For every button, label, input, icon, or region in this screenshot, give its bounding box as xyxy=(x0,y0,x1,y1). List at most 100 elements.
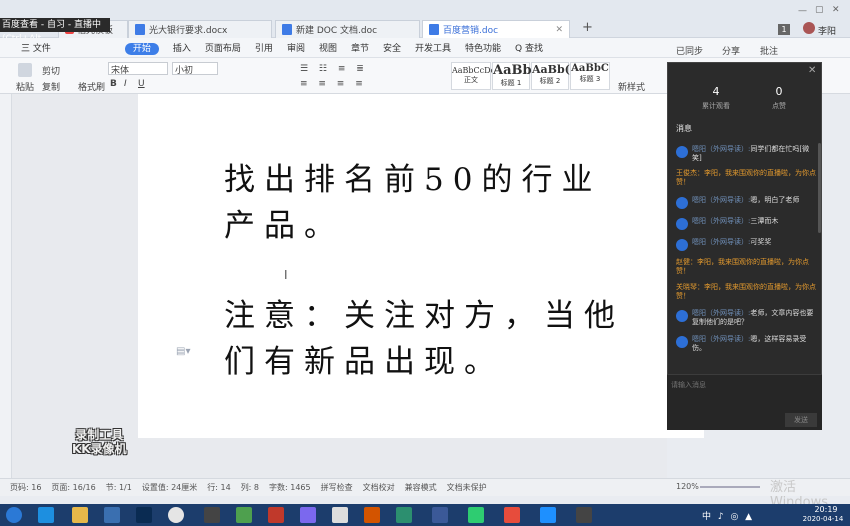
send-button[interactable]: 发送 xyxy=(785,413,817,427)
app-icon[interactable] xyxy=(236,507,252,523)
tab-doc-1[interactable]: 光大银行要求.docx xyxy=(128,20,272,38)
folder-icon[interactable] xyxy=(72,507,88,523)
share-button[interactable]: 分享 xyxy=(722,44,740,57)
sender-name: 嗯阳（外网导读）: xyxy=(692,309,751,317)
compat-mode: 兼容模式 xyxy=(404,483,437,492)
search-button[interactable]: Q 查找 xyxy=(508,41,550,54)
avatar xyxy=(676,310,688,322)
user-name[interactable]: 李阳 xyxy=(818,24,836,37)
app-icon[interactable] xyxy=(504,507,520,523)
like-count-label: 点赞 xyxy=(772,102,786,110)
app-icon[interactable] xyxy=(432,507,448,523)
chat-input[interactable] xyxy=(671,378,817,392)
app-icon[interactable] xyxy=(332,507,348,523)
tray-icons[interactable]: 中 ♪ ◎ ▲ xyxy=(702,509,754,522)
style-heading-3[interactable]: AaBbC 标题 3 xyxy=(570,62,610,90)
close-icon[interactable]: ✕ xyxy=(808,65,816,76)
app-icon[interactable] xyxy=(396,507,412,523)
file-menu[interactable]: 三 文件 xyxy=(14,41,58,54)
list-icons[interactable]: ☰ ☷ ≡ ≣ xyxy=(300,64,368,74)
style-normal[interactable]: AaBbCcDd 正文 xyxy=(451,62,496,90)
app-icon[interactable] xyxy=(364,507,380,523)
recorder-icon[interactable] xyxy=(204,507,220,523)
chat-message: 嗯阳（外网导读）:三潭而木 xyxy=(676,217,816,230)
italic-button[interactable]: I xyxy=(124,79,127,89)
tab-doc-2[interactable]: 新建 DOC 文档.doc xyxy=(275,20,420,38)
minimize-icon[interactable]: — xyxy=(798,6,807,16)
title-tab-bar: 稻壳模板 光大银行要求.docx 新建 DOC 文档.doc 百度营销.doc … xyxy=(0,0,850,38)
close-window-icon[interactable]: ✕ xyxy=(832,5,840,15)
menu-references[interactable]: 引用 xyxy=(248,41,280,54)
menu-features[interactable]: 特色功能 xyxy=(458,41,508,54)
chat-scrollbar[interactable] xyxy=(818,143,821,233)
style-heading-2[interactable]: AaBb( 标题 2 xyxy=(531,62,570,90)
word-doc-icon xyxy=(135,24,145,35)
zoom-slider[interactable] xyxy=(700,486,760,488)
bold-button[interactable]: B xyxy=(110,79,117,89)
app-icon[interactable] xyxy=(540,507,556,523)
tab-doc-3[interactable]: 百度营销.doc ✕ xyxy=(422,20,570,38)
menu-security[interactable]: 安全 xyxy=(376,41,408,54)
close-icon[interactable]: ✕ xyxy=(555,25,563,35)
avatar xyxy=(676,239,688,251)
menu-home-label: 开始 xyxy=(124,43,159,55)
wechat-icon[interactable] xyxy=(468,507,484,523)
status-section: 节: 1/1 xyxy=(105,483,132,492)
view-count: 4 xyxy=(712,85,720,98)
message-text: 关晓琴：李阳，我来围观你的直播啦，为你点赞！ xyxy=(676,283,816,300)
menu-section[interactable]: 章节 xyxy=(344,41,376,54)
avatar xyxy=(676,197,688,209)
sync-status[interactable]: 已同步 xyxy=(676,44,703,57)
document-page[interactable] xyxy=(138,94,704,438)
font-size-select[interactable]: 小初 xyxy=(172,62,218,76)
avatar xyxy=(676,218,688,230)
doc-line-1[interactable]: 找出排名前50的行业 xyxy=(224,154,601,199)
style-heading-1-preview: AaBb xyxy=(493,63,532,78)
menu-insert[interactable]: 插入 xyxy=(166,41,198,54)
spellcheck-button[interactable]: 拼写检查 xyxy=(321,482,353,493)
menu-view[interactable]: 视图 xyxy=(312,41,344,54)
cut-button[interactable]: 剪切 xyxy=(42,64,60,77)
style-normal-label: 正文 xyxy=(464,76,478,84)
paragraph-handle-icon[interactable]: ▤▾ xyxy=(176,346,190,357)
font-select[interactable]: 宋体 xyxy=(108,62,168,76)
ie-icon[interactable] xyxy=(38,507,54,523)
recorder-watermark: 录制工具 KK录像机 xyxy=(72,428,127,456)
paste-icon[interactable] xyxy=(18,63,32,77)
app-icon[interactable] xyxy=(268,507,284,523)
menu-developer[interactable]: 开发工具 xyxy=(408,41,458,54)
app-icon[interactable] xyxy=(104,507,120,523)
comment-button[interactable]: 批注 xyxy=(760,44,778,57)
new-style-button[interactable]: 新样式 xyxy=(618,80,645,93)
new-tab-button[interactable]: + xyxy=(582,20,593,35)
chrome-icon[interactable] xyxy=(168,507,184,523)
doc-line-4[interactable]: 们有新品出现。 xyxy=(224,336,504,381)
photoshop-icon[interactable] xyxy=(136,507,152,523)
copy-button[interactable]: 复制 xyxy=(42,80,60,93)
app-icon[interactable] xyxy=(576,507,592,523)
menu-home[interactable]: 开始 xyxy=(118,41,166,55)
style-heading-1[interactable]: AaBb 标题 1 xyxy=(492,62,532,90)
status-position: 设置值: 24厘米 xyxy=(141,483,198,492)
doc-line-3[interactable]: 注意：关注对方，当他 xyxy=(224,290,624,335)
clock-time[interactable]: 20:19 xyxy=(804,505,848,514)
underline-button[interactable]: U xyxy=(138,79,145,89)
proofread-button[interactable]: 文档校对 xyxy=(363,482,395,493)
align-icons[interactable]: ≡ ≡ ≡ ≡ xyxy=(300,79,367,89)
app-icon[interactable] xyxy=(300,507,316,523)
avatar[interactable] xyxy=(803,22,815,34)
menu-review[interactable]: 审阅 xyxy=(280,41,312,54)
format-painter-button[interactable]: 格式刷 xyxy=(78,80,105,93)
chat-message: 嗯阳（外网导读）:嗯，明白了老师 xyxy=(676,196,816,209)
zoom-level[interactable]: 120% xyxy=(676,482,699,491)
doc-line-2[interactable]: 产品。 xyxy=(224,200,344,245)
start-icon[interactable] xyxy=(6,507,22,523)
maximize-icon[interactable]: ▢ xyxy=(815,5,824,15)
protection-status[interactable]: 文档未保护 xyxy=(447,482,487,493)
taskbar: 中 ♪ ◎ ▲ 20:19 2020-04-14 xyxy=(0,504,850,526)
status-wordcount[interactable]: 字数: 1465 xyxy=(269,482,311,493)
menu-layout[interactable]: 页面布局 xyxy=(198,41,248,54)
paste-button[interactable]: 粘贴 xyxy=(16,80,34,93)
clock-date[interactable]: 2020-04-14 xyxy=(796,515,850,523)
style-heading-3-preview: AaBbC xyxy=(571,63,609,74)
